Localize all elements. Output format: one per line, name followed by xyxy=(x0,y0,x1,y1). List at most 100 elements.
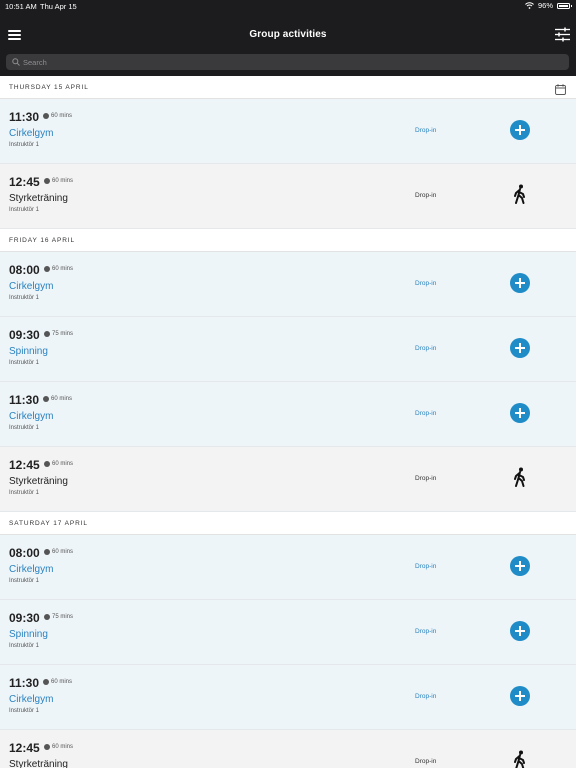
activity-time: 08:00 xyxy=(9,546,40,560)
activity-duration: 60 mins xyxy=(44,461,73,467)
activity-list: THURSDAY 15 APRIL 11:30 60 mins Cirkelgym In… xyxy=(0,76,576,768)
duration-text: 60 mins xyxy=(52,744,74,750)
clock-dot-icon xyxy=(44,744,50,750)
book-button-plus-circle-icon[interactable] xyxy=(510,621,530,641)
activity-name[interactable]: Cirkelgym xyxy=(9,281,53,292)
book-button-plus-circle-icon[interactable] xyxy=(510,556,530,576)
clock-dot-icon xyxy=(44,461,50,467)
activity-name[interactable]: Cirkelgym xyxy=(9,411,53,422)
activity-type: Drop-in xyxy=(415,475,437,482)
battery-percent: 96% xyxy=(537,1,553,10)
search-bar xyxy=(6,54,569,70)
activity-instructor: Instruktör 1 xyxy=(9,490,40,496)
activity-name[interactable]: Styrketräning xyxy=(9,759,68,768)
walking-person-icon xyxy=(512,184,528,204)
search-input[interactable] xyxy=(23,54,553,70)
status-right: 96% xyxy=(525,1,572,10)
duration-text: 60 mins xyxy=(51,396,73,402)
activity-duration: 60 mins xyxy=(43,679,72,685)
activity-time: 11:30 xyxy=(9,393,40,407)
wifi-icon xyxy=(525,2,534,9)
clock-dot-icon xyxy=(43,396,49,402)
activity-type: Drop-in xyxy=(415,410,437,417)
duration-text: 75 mins xyxy=(52,331,74,337)
filter-sliders-icon[interactable] xyxy=(554,26,571,43)
activity-type: Drop-in xyxy=(415,758,437,765)
activity-time: 11:30 xyxy=(9,676,40,690)
calendar-icon[interactable] xyxy=(555,82,566,95)
day-label: FRIDAY 16 APRIL xyxy=(9,237,76,244)
activity-name[interactable]: Spinning xyxy=(9,346,48,357)
page-title: Group activities xyxy=(249,29,327,40)
book-button-plus-circle-icon[interactable] xyxy=(510,120,530,140)
day-header: SATURDAY 17 APRIL xyxy=(0,512,576,535)
activity-row[interactable]: 11:30 60 mins Cirkelgym Instruktör 1 Drop-in xyxy=(0,382,576,447)
activity-instructor: Instruktör 1 xyxy=(9,360,40,366)
book-button-plus-circle-icon[interactable] xyxy=(510,338,530,358)
nav-bar: Group activities xyxy=(0,12,576,76)
book-button-plus-circle-icon[interactable] xyxy=(510,403,530,423)
activity-duration: 60 mins xyxy=(44,549,73,555)
activity-name[interactable]: Spinning xyxy=(9,629,48,640)
activity-name[interactable]: Cirkelgym xyxy=(9,564,53,575)
clock-dot-icon xyxy=(43,113,49,119)
duration-text: 60 mins xyxy=(52,549,74,555)
activity-duration: 60 mins xyxy=(43,396,72,402)
activity-name[interactable]: Styrketräning xyxy=(9,193,68,204)
activity-type: Drop-in xyxy=(415,127,437,134)
status-time: 10:51 AM xyxy=(5,2,37,11)
duration-text: 60 mins xyxy=(51,679,73,685)
activity-row[interactable]: 12:45 60 mins Styrketräning Instruktör 1 Dro… xyxy=(0,447,576,512)
activity-name[interactable]: Cirkelgym xyxy=(9,128,53,139)
activity-instructor: Instruktör 1 xyxy=(9,643,40,649)
activity-instructor: Instruktör 1 xyxy=(9,142,40,148)
day-label: THURSDAY 15 APRIL xyxy=(9,84,89,91)
duration-text: 60 mins xyxy=(52,266,74,272)
search-icon xyxy=(12,58,20,66)
activity-type: Drop-in xyxy=(415,192,437,199)
activity-row[interactable]: 08:00 60 mins Cirkelgym Instruktör 1 Drop-in xyxy=(0,535,576,600)
activity-type: Drop-in xyxy=(415,693,437,700)
activity-row[interactable]: 11:30 60 mins Cirkelgym Instruktör 1 Drop-in xyxy=(0,665,576,730)
book-button-plus-circle-icon[interactable] xyxy=(510,686,530,706)
clock-dot-icon xyxy=(44,331,50,337)
day-header: FRIDAY 16 APRIL xyxy=(0,229,576,252)
activity-duration: 60 mins xyxy=(43,113,72,119)
activity-duration: 75 mins xyxy=(44,614,73,620)
activity-duration: 60 mins xyxy=(44,744,73,750)
activity-duration: 60 mins xyxy=(44,178,73,184)
activity-row[interactable]: 09:30 75 mins Spinning Instruktör 1 Drop-in xyxy=(0,317,576,382)
activity-instructor: Instruktör 1 xyxy=(9,425,40,431)
activity-type: Drop-in xyxy=(415,628,437,635)
activity-type: Drop-in xyxy=(415,280,437,287)
activity-time: 08:00 xyxy=(9,263,40,277)
activity-instructor: Instruktör 1 xyxy=(9,708,40,714)
duration-text: 60 mins xyxy=(52,461,74,467)
activity-name[interactable]: Styrketräning xyxy=(9,476,68,487)
activity-duration: 75 mins xyxy=(44,331,73,337)
activity-time: 12:45 xyxy=(9,741,40,755)
activity-row[interactable]: 12:4560 minsStyrketräningInstruktör 1Dro… xyxy=(0,730,576,768)
clock-dot-icon xyxy=(43,679,49,685)
book-button-plus-circle-icon[interactable] xyxy=(510,273,530,293)
activity-row[interactable]: 11:30 60 mins Cirkelgym Instruktör 1 Drop-in xyxy=(0,99,576,164)
activity-type: Drop-in xyxy=(415,345,437,352)
activity-row[interactable]: 09:30 75 mins Spinning Instruktör 1 Drop-in xyxy=(0,600,576,665)
activity-row[interactable]: 12:4560 minsStyrketräningInstruktör 1Dro… xyxy=(0,164,576,229)
clock-dot-icon xyxy=(44,614,50,620)
activity-name[interactable]: Cirkelgym xyxy=(9,694,53,705)
clock-dot-icon xyxy=(44,549,50,555)
status-bar: 10:51 AM Thu Apr 15 96% xyxy=(0,0,576,12)
day-header: THURSDAY 15 APRIL xyxy=(0,76,576,99)
activity-time: 09:30 xyxy=(9,328,40,342)
activity-time: 12:45 xyxy=(9,175,40,189)
activity-row[interactable]: 08:00 60 mins Cirkelgym Instruktör 1 Drop-in xyxy=(0,252,576,317)
walking-person-icon xyxy=(512,467,528,487)
battery-icon xyxy=(557,2,572,9)
duration-text: 60 mins xyxy=(51,113,73,119)
activity-duration: 60 mins xyxy=(44,266,73,272)
status-date: Thu Apr 15 xyxy=(40,2,77,11)
activity-type: Drop-in xyxy=(415,563,437,570)
walking-person-icon xyxy=(512,750,528,768)
activity-time: 12:45 xyxy=(9,458,40,472)
